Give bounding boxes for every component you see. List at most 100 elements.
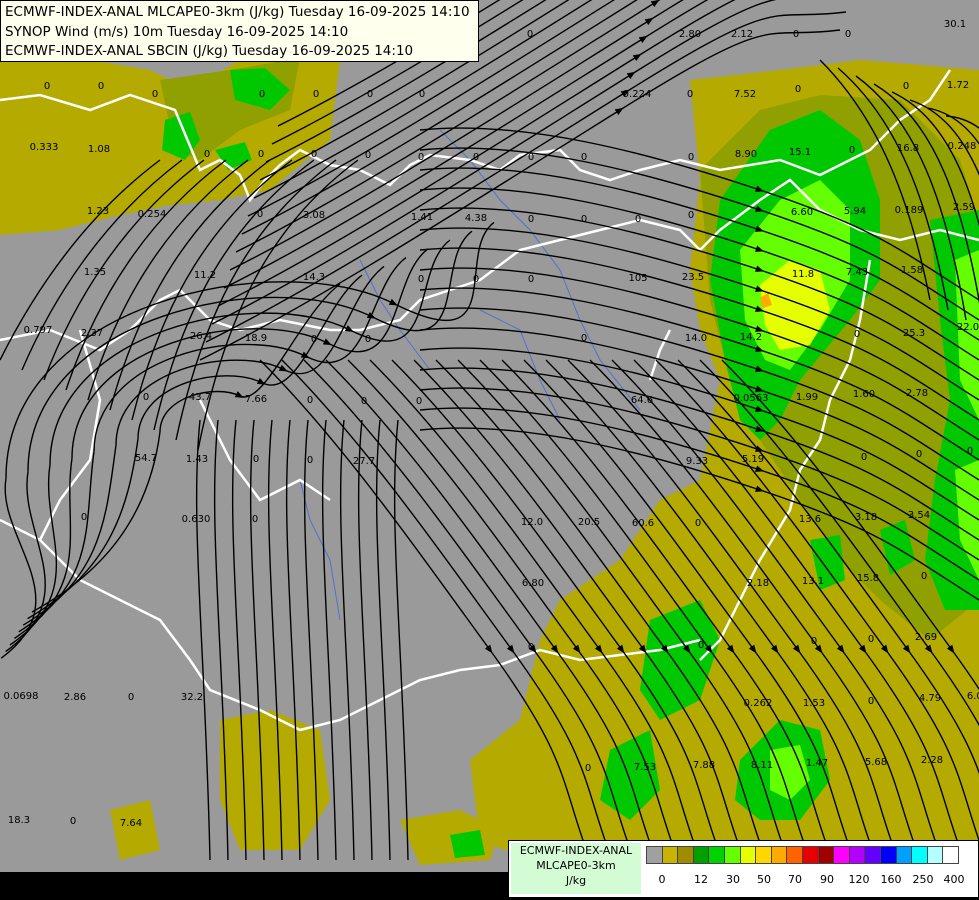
sbcin-value-label: 2.59 bbox=[953, 202, 975, 213]
sbcin-value-label: 0 bbox=[868, 696, 874, 707]
legend-swatch bbox=[646, 846, 663, 864]
sbcin-value-label: 0 bbox=[861, 452, 867, 463]
legend-swatch bbox=[755, 846, 773, 864]
sbcin-value-label: 1.41 bbox=[411, 212, 433, 223]
sbcin-value-label: 105 bbox=[628, 273, 647, 284]
sbcin-value-label: 2.12 bbox=[731, 29, 753, 40]
sbcin-value-label: 0 bbox=[418, 152, 424, 163]
sbcin-value-label: 1.43 bbox=[186, 454, 208, 465]
sbcin-value-label: 14.3 bbox=[303, 272, 325, 283]
legend-tick-label: 120 bbox=[848, 873, 870, 886]
sbcin-value-label: 0 bbox=[81, 512, 87, 523]
sbcin-value-label: 0 bbox=[795, 84, 801, 95]
sbcin-value-label: 0 bbox=[416, 396, 422, 407]
sbcin-value-label: 64.6 bbox=[631, 395, 653, 406]
sbcin-value-label: 0 bbox=[253, 454, 259, 465]
map-header: ECMWF-INDEX-ANAL MLCAPE0-3km (J/kg) Tues… bbox=[0, 0, 479, 62]
sbcin-value-label: 8.90 bbox=[735, 149, 757, 160]
sbcin-value-label: 0 bbox=[418, 274, 424, 285]
sbcin-value-label: 3.18 bbox=[855, 512, 877, 523]
sbcin-value-label: 0 bbox=[581, 152, 587, 163]
sbcin-value-label: 7.64 bbox=[120, 818, 142, 829]
legend-swatch bbox=[661, 846, 679, 864]
sbcin-value-label: 18.3 bbox=[8, 815, 30, 826]
legend-unit: J/kg bbox=[565, 874, 587, 887]
legend-tick-label: 90 bbox=[820, 873, 834, 886]
sbcin-value-label: 1.47 bbox=[806, 758, 828, 769]
sbcin-value-label: 1.58 bbox=[901, 265, 923, 276]
sbcin-value-label: 22.0 bbox=[957, 322, 979, 333]
sbcin-value-label: 7.66 bbox=[245, 394, 267, 405]
sbcin-value-label: 5.68 bbox=[865, 757, 887, 768]
sbcin-value-label: 0 bbox=[311, 334, 317, 345]
sbcin-value-label: 0 bbox=[698, 640, 704, 651]
sbcin-value-label: 27.7 bbox=[353, 456, 375, 467]
sbcin-value-label: 0 bbox=[921, 571, 927, 582]
color-legend: ECMWF-INDEX-ANAL MLCAPE0-3km J/kg 0 12 30 5… bbox=[508, 840, 979, 898]
legend-swatch bbox=[833, 846, 851, 864]
sbcin-value-label: 4.79 bbox=[919, 693, 941, 704]
legend-swatch bbox=[817, 846, 835, 864]
sbcin-value-label: 7.43 bbox=[846, 267, 868, 278]
weather-map: 0 2.80 2.12 0 0 30.1 1.72 0 0 0 0 0 0 0 0.224 0 7.52 0 0 0.… bbox=[0, 0, 979, 900]
sbcin-value-label: 0 bbox=[688, 210, 694, 221]
legend-label-block: ECMWF-INDEX-ANAL MLCAPE0-3km J/kg bbox=[511, 843, 641, 894]
sbcin-value-label: 0 bbox=[367, 89, 373, 100]
legend-swatch bbox=[802, 846, 819, 864]
sbcin-value-label: 0 bbox=[854, 329, 860, 340]
sbcin-value-label: 0 bbox=[365, 334, 371, 345]
sbcin-value-label: 0 bbox=[361, 396, 367, 407]
sbcin-value-label: 0.333 bbox=[30, 142, 59, 153]
sbcin-value-label: 6.80 bbox=[522, 578, 544, 589]
sbcin-value-label: 32.2 bbox=[181, 692, 203, 703]
sbcin-value-label: 4.38 bbox=[465, 213, 487, 224]
legend-swatch bbox=[724, 846, 741, 864]
sbcin-value-label: 23.5 bbox=[682, 272, 704, 283]
sbcin-value-label: 0 bbox=[98, 81, 104, 92]
sbcin-value-label: 1.99 bbox=[796, 392, 818, 403]
header-line-sbcin: ECMWF-INDEX-ANAL SBCIN (J/kg) Tuesday 16… bbox=[5, 43, 414, 59]
sbcin-value-label: 60.6 bbox=[632, 518, 654, 529]
sbcin-value-label: 0 bbox=[903, 81, 909, 92]
sbcin-value-label: 13.1 bbox=[802, 576, 824, 587]
sbcin-value-label: 0 bbox=[528, 274, 534, 285]
sbcin-value-label: 43.7 bbox=[189, 392, 211, 403]
sbcin-value-label: 0.0698 bbox=[4, 691, 39, 702]
sbcin-value-label: 26.4 bbox=[190, 331, 212, 342]
sbcin-value-label: 0 bbox=[916, 449, 922, 460]
sbcin-value-label: 2.28 bbox=[921, 755, 943, 766]
legend-tick-label: 12 bbox=[694, 873, 708, 886]
sbcin-value-label: 0 bbox=[528, 214, 534, 225]
sbcin-value-label: 15.1 bbox=[789, 147, 811, 158]
sbcin-value-label: 15.8 bbox=[857, 573, 879, 584]
legend-tick-label: 160 bbox=[880, 873, 902, 886]
legend-tick-label: 250 bbox=[912, 873, 934, 886]
sbcin-value-label: 8.11 bbox=[751, 760, 773, 771]
sbcin-value-label: 0 bbox=[311, 149, 317, 160]
sbcin-value-label: 1.72 bbox=[947, 80, 969, 91]
sbcin-value-label: 0 bbox=[581, 214, 587, 225]
sbcin-value-label: 3.54 bbox=[908, 510, 930, 521]
sbcin-value-label: 0 bbox=[585, 763, 591, 774]
legend-swatch bbox=[926, 846, 944, 864]
sbcin-value-label: 0.224 bbox=[623, 89, 652, 100]
sbcin-value-label: 2.69 bbox=[915, 632, 937, 643]
sbcin-value-label: 0.254 bbox=[138, 209, 167, 220]
sbcin-value-label: 0 bbox=[635, 214, 641, 225]
sbcin-value-label: 0 bbox=[473, 274, 479, 285]
sbcin-value-label: 0 bbox=[259, 89, 265, 100]
legend-swatch bbox=[770, 846, 788, 864]
header-line-synop-wind: SYNOP Wind (m/s) 10m Tuesday 16-09-2025 … bbox=[5, 23, 349, 40]
sbcin-value-label: 7.88 bbox=[693, 760, 715, 771]
sbcin-value-label: 0 bbox=[967, 446, 973, 457]
sbcin-value-label: 0 bbox=[845, 29, 851, 40]
sbcin-value-label: 0 bbox=[527, 29, 533, 40]
sbcin-value-label: 0 bbox=[44, 81, 50, 92]
sbcin-value-label: 7.53 bbox=[634, 762, 656, 773]
sbcin-value-label: 0 bbox=[70, 816, 76, 827]
sbcin-value-label: 11.2 bbox=[194, 270, 216, 281]
sbcin-value-label: 0 bbox=[581, 333, 587, 344]
sbcin-value-label: 0 bbox=[528, 642, 534, 653]
sbcin-value-label: 0 bbox=[257, 209, 263, 220]
sbcin-value-label: 1.23 bbox=[87, 206, 109, 217]
